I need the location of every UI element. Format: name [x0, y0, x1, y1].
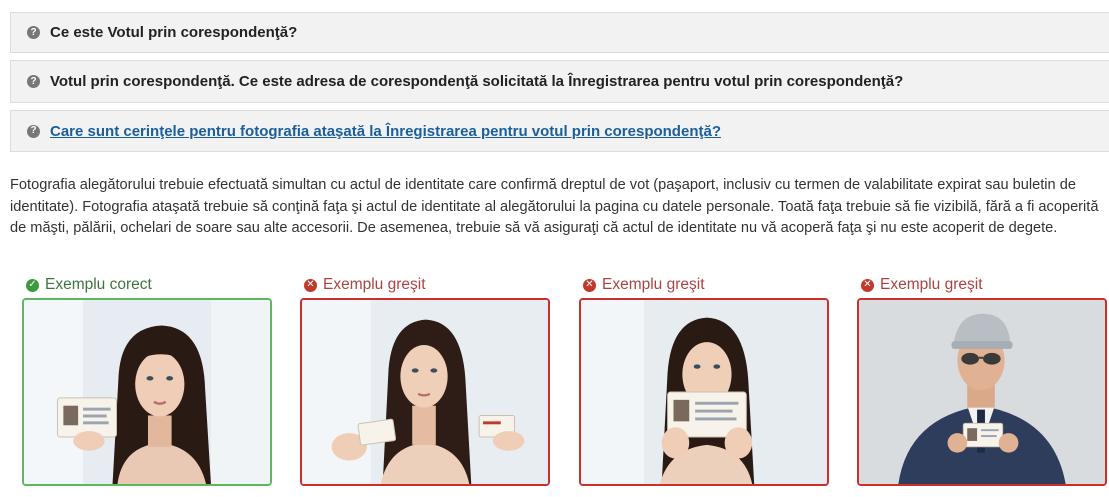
- check-circle-icon: ✓: [26, 278, 39, 292]
- example-label-wrong: ✕ Exemplu greşit: [861, 276, 983, 294]
- example-label-text: Exemplu greşit: [602, 276, 705, 293]
- woman-with-id-low-image: [302, 300, 548, 484]
- man-with-cap-sunglasses-image: [859, 300, 1105, 484]
- accordion-item-photo-requirements[interactable]: ? Care sunt cerinţele pentru fotografia …: [10, 110, 1109, 152]
- accordion-item-correspondence-address[interactable]: ? Votul prin corespondenţă. Ce este adre…: [10, 60, 1109, 103]
- example-label-correct: ✓ Exemplu corect: [26, 276, 152, 294]
- example-photo-correct: [22, 298, 272, 486]
- example-photo-wrong-cap-sunglasses: [857, 298, 1107, 486]
- example-label-wrong: ✕ Exemplu greşit: [304, 276, 426, 294]
- woman-with-id-image: [24, 300, 270, 484]
- accordion-title[interactable]: Ce este Votul prin corespondenţă?: [50, 24, 297, 41]
- example-label-text: Exemplu greşit: [323, 276, 426, 293]
- accordion-title-link[interactable]: Care sunt cerinţele pentru fotografia at…: [50, 123, 721, 140]
- photo-requirements-text: Fotografia alegătorului trebuie efectuat…: [10, 177, 1099, 237]
- accordion-item-what-is-postal-vote[interactable]: ? Ce este Votul prin corespondenţă?: [10, 12, 1109, 53]
- example-photo-wrong-id-covers-face: [579, 298, 829, 486]
- times-circle-icon: ✕: [304, 278, 317, 292]
- example-photo-wrong-id-low: [300, 298, 550, 486]
- example-label-text: Exemplu corect: [45, 276, 152, 293]
- example-label-wrong: ✕ Exemplu greşit: [583, 276, 705, 294]
- times-circle-icon: ✕: [583, 278, 596, 292]
- example-label-text: Exemplu greşit: [880, 276, 983, 293]
- question-circle-icon: ?: [27, 26, 40, 39]
- woman-id-covering-face-image: [581, 300, 827, 484]
- question-circle-icon: ?: [27, 124, 40, 138]
- question-circle-icon: ?: [27, 75, 40, 88]
- times-circle-icon: ✕: [861, 278, 874, 292]
- accordion-title[interactable]: Votul prin corespondenţă. Ce este adresa…: [50, 73, 903, 90]
